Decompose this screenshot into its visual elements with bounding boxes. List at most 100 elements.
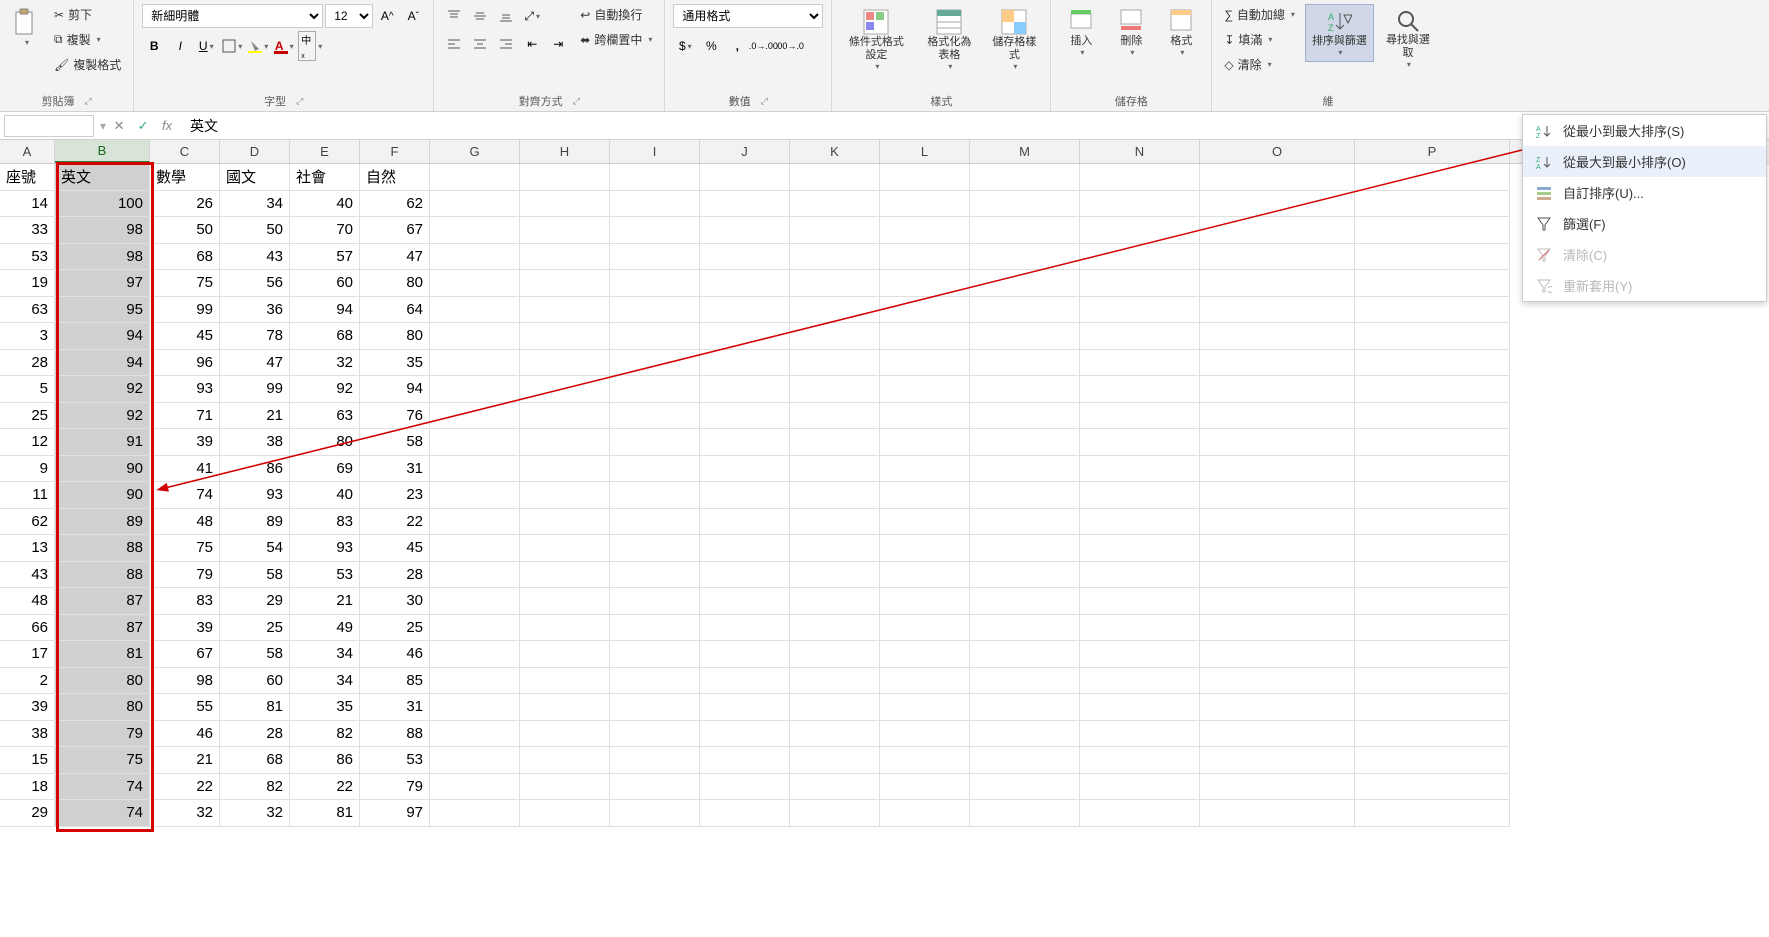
cell[interactable]: 81: [290, 800, 360, 827]
cell[interactable]: 35: [290, 694, 360, 721]
cell[interactable]: [880, 191, 970, 218]
cell[interactable]: 76: [360, 403, 430, 430]
cell[interactable]: [1080, 191, 1200, 218]
cell[interactable]: 41: [150, 456, 220, 483]
cell[interactable]: 83: [150, 588, 220, 615]
italic-button[interactable]: I: [168, 34, 192, 58]
cell[interactable]: 96: [150, 350, 220, 377]
cell[interactable]: 86: [290, 747, 360, 774]
cell[interactable]: [430, 535, 520, 562]
cell[interactable]: [430, 588, 520, 615]
cell[interactable]: 38: [220, 429, 290, 456]
conditional-formatting-button[interactable]: 條件式格式設定▾: [840, 4, 912, 75]
cell[interactable]: [790, 217, 880, 244]
dialog-launcher-icon[interactable]: ⤢: [761, 96, 768, 107]
cell[interactable]: [520, 615, 610, 642]
cell[interactable]: [1080, 774, 1200, 801]
cell[interactable]: 社會: [290, 164, 360, 191]
cell[interactable]: [880, 694, 970, 721]
orientation-button[interactable]: ⤢▾: [520, 4, 544, 28]
cell[interactable]: [790, 668, 880, 695]
cell[interactable]: 53: [290, 562, 360, 589]
cell[interactable]: [700, 482, 790, 509]
format-painter-button[interactable]: 🖌 複製格式: [50, 54, 125, 75]
cell[interactable]: [430, 668, 520, 695]
cell[interactable]: 49: [290, 615, 360, 642]
cell[interactable]: 15: [0, 747, 55, 774]
cell[interactable]: 87: [55, 615, 150, 642]
cell[interactable]: [1200, 641, 1355, 668]
cell[interactable]: [430, 509, 520, 536]
cell[interactable]: [1080, 270, 1200, 297]
cell[interactable]: [970, 747, 1080, 774]
cell[interactable]: [1080, 350, 1200, 377]
clear-button[interactable]: ◇清除▾: [1220, 54, 1299, 75]
cell[interactable]: [1080, 562, 1200, 589]
increase-indent-button[interactable]: ⇥: [546, 32, 570, 56]
cell[interactable]: [970, 323, 1080, 350]
find-select-button[interactable]: 尋找與選取▾: [1380, 4, 1436, 73]
cell[interactable]: [970, 191, 1080, 218]
cell[interactable]: [880, 350, 970, 377]
sort-filter-button[interactable]: AZ 排序與篩選▾: [1305, 4, 1374, 62]
cell[interactable]: [970, 562, 1080, 589]
cell[interactable]: [610, 376, 700, 403]
cell[interactable]: 46: [150, 721, 220, 748]
cell[interactable]: [880, 164, 970, 191]
cell[interactable]: [430, 244, 520, 271]
cell[interactable]: 68: [290, 323, 360, 350]
cell[interactable]: 54: [220, 535, 290, 562]
cell[interactable]: 98: [55, 217, 150, 244]
cell[interactable]: [430, 641, 520, 668]
cell[interactable]: [790, 694, 880, 721]
cell[interactable]: [610, 562, 700, 589]
insert-cells-button[interactable]: 插入▾: [1059, 4, 1103, 61]
cell[interactable]: [610, 297, 700, 324]
column-header-I[interactable]: I: [610, 140, 700, 163]
cell[interactable]: [610, 774, 700, 801]
increase-decimal-button[interactable]: .0→.00: [751, 34, 775, 58]
cell[interactable]: [1355, 456, 1510, 483]
cell[interactable]: 81: [55, 641, 150, 668]
cell[interactable]: [1080, 297, 1200, 324]
cell[interactable]: [610, 747, 700, 774]
comma-button[interactable]: ,: [725, 34, 749, 58]
cell[interactable]: 93: [220, 482, 290, 509]
cell[interactable]: [970, 456, 1080, 483]
cell[interactable]: [790, 800, 880, 827]
cell[interactable]: [790, 456, 880, 483]
cell[interactable]: 55: [150, 694, 220, 721]
cell[interactable]: 80: [55, 694, 150, 721]
cell[interactable]: [880, 270, 970, 297]
cell[interactable]: [700, 774, 790, 801]
cell[interactable]: [700, 456, 790, 483]
cell[interactable]: [1080, 694, 1200, 721]
cell[interactable]: 21: [150, 747, 220, 774]
cell[interactable]: 69: [290, 456, 360, 483]
cell[interactable]: [970, 429, 1080, 456]
column-header-A[interactable]: A: [0, 140, 55, 163]
cell[interactable]: [1080, 244, 1200, 271]
cell[interactable]: 36: [220, 297, 290, 324]
column-header-E[interactable]: E: [290, 140, 360, 163]
cell[interactable]: 53: [360, 747, 430, 774]
cell[interactable]: [1200, 800, 1355, 827]
cell[interactable]: 14: [0, 191, 55, 218]
cell[interactable]: [1080, 376, 1200, 403]
cell[interactable]: 74: [55, 774, 150, 801]
cell[interactable]: 63: [290, 403, 360, 430]
cut-button[interactable]: ✂ 剪下: [50, 4, 125, 25]
cell[interactable]: 68: [220, 747, 290, 774]
cell[interactable]: [1200, 456, 1355, 483]
phonetic-guide-button[interactable]: 中x▾: [298, 34, 322, 58]
cell[interactable]: [430, 429, 520, 456]
cell[interactable]: 95: [55, 297, 150, 324]
cell[interactable]: [700, 641, 790, 668]
paste-button[interactable]: ▾: [8, 4, 44, 51]
cell[interactable]: [790, 721, 880, 748]
cell[interactable]: [1080, 668, 1200, 695]
cell[interactable]: [1080, 721, 1200, 748]
cell[interactable]: [1200, 429, 1355, 456]
cell[interactable]: [1355, 323, 1510, 350]
cell[interactable]: [970, 244, 1080, 271]
